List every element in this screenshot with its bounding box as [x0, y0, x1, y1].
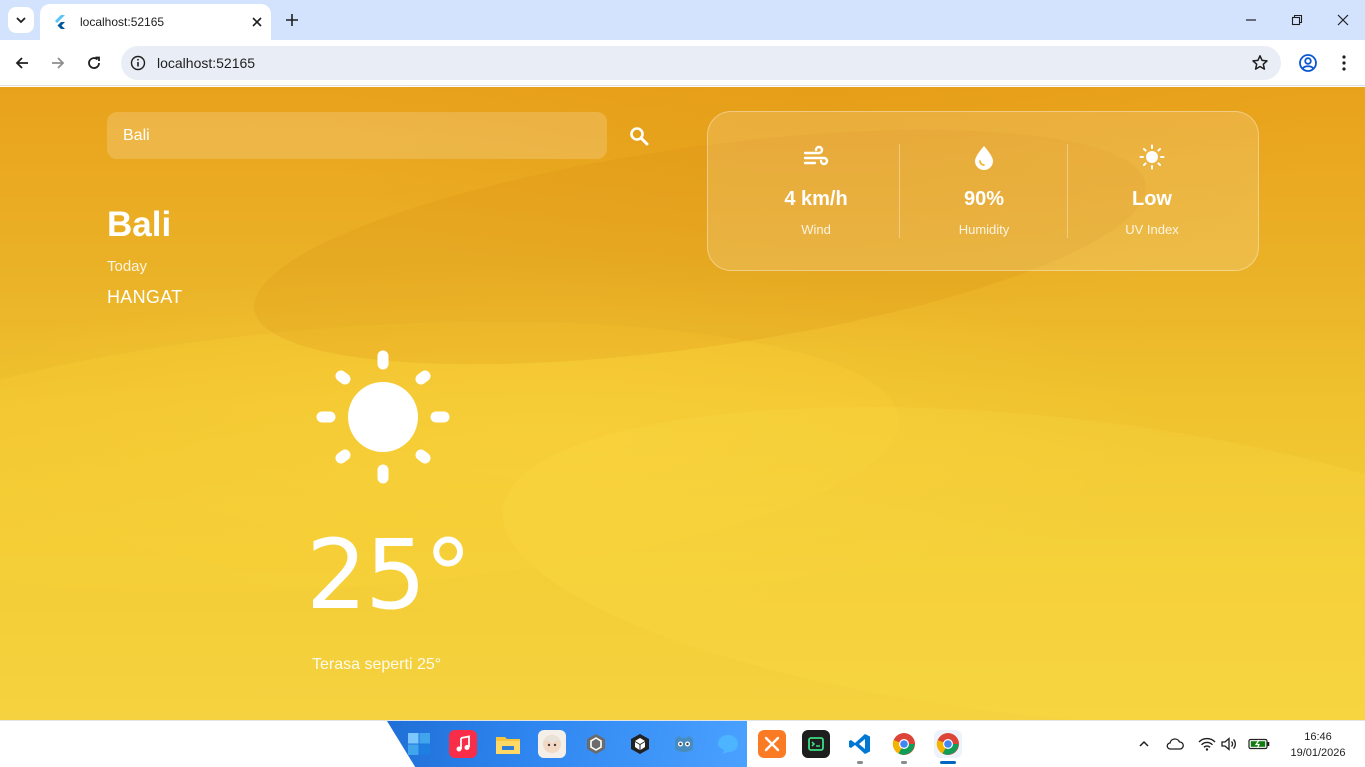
unity-icon: [631, 734, 649, 754]
uv-index-label: UV Index: [1125, 222, 1179, 237]
tray-onedrive[interactable]: [1166, 735, 1184, 753]
taskbar-music-app[interactable]: [449, 730, 477, 758]
uv-index-value: Low: [1132, 188, 1172, 210]
taskbar-xampp[interactable]: [758, 730, 786, 758]
chrome-icon: [892, 733, 915, 755]
tray-wifi[interactable]: [1198, 735, 1216, 753]
taskbar-game-character-app[interactable]: [538, 730, 566, 758]
vscode-icon: [849, 734, 870, 754]
tray-overflow-button[interactable]: [1135, 735, 1153, 753]
messaging-app-icon: [718, 735, 738, 754]
tab-close-button[interactable]: [249, 14, 265, 30]
taskbar-unity-hub[interactable]: [582, 730, 610, 758]
chevron-down-icon: [16, 17, 26, 24]
wind-label: Wind: [801, 222, 831, 237]
browser-toolbar: localhost:52165: [0, 40, 1365, 86]
unity-hub-icon: [587, 734, 605, 754]
city-search-input[interactable]: [107, 112, 607, 159]
humidity-value: 90%: [963, 188, 1005, 210]
minimize-button[interactable]: [1241, 10, 1261, 30]
taskbar-chrome-active[interactable]: [934, 730, 962, 758]
browser-tab[interactable]: localhost:52165: [40, 4, 271, 40]
tab-title: localhost:52165: [80, 15, 165, 29]
close-icon: [252, 17, 262, 27]
weather-app: Bali Today HANGAT 25° Terasa seperti 25°: [0, 87, 1365, 720]
browser-tabstrip: localhost:52165: [0, 0, 1365, 40]
account-icon: [1299, 54, 1317, 72]
tray-volume[interactable]: [1220, 735, 1238, 753]
bookmark-star-icon[interactable]: [1251, 54, 1269, 72]
chevron-up-icon: [1139, 740, 1149, 747]
taskbar-file-explorer[interactable]: [494, 730, 522, 758]
plus-icon: [286, 14, 298, 26]
taskbar-godot[interactable]: [670, 730, 698, 758]
taskbar-terminal-app[interactable]: [802, 730, 830, 758]
city-search-box: [107, 112, 607, 159]
battery-charging-icon: [1248, 738, 1270, 750]
arrow-left-icon: [15, 57, 28, 69]
chrome-active-icon: [936, 733, 959, 755]
new-tab-button[interactable]: [282, 10, 302, 30]
more-vertical-icon: [1342, 55, 1346, 71]
cloud-icon: [1166, 738, 1184, 750]
tab-search-button[interactable]: [8, 7, 34, 33]
weather-stats-card: 4 km/h Wind 90% Humidity Low UV Index: [707, 111, 1259, 271]
vscode-running-indicator: [857, 761, 863, 764]
flutter-favicon-icon: [55, 15, 65, 29]
close-window-button[interactable]: [1333, 10, 1353, 30]
chrome-running-indicator: [901, 761, 907, 764]
day-label: Today: [107, 258, 148, 275]
forward-button[interactable]: [46, 51, 70, 75]
tray-battery[interactable]: [1248, 735, 1270, 753]
restore-icon: [1291, 14, 1303, 26]
taskbar-messaging-app[interactable]: [714, 730, 742, 758]
arrow-right-icon: [52, 57, 65, 69]
profile-button[interactable]: [1296, 51, 1320, 75]
godot-icon: [675, 736, 693, 752]
music-app-icon: [456, 735, 470, 752]
info-icon: [130, 55, 146, 71]
taskbar-vscode[interactable]: [846, 730, 874, 758]
weather-condition: HANGAT: [107, 287, 183, 307]
restore-button[interactable]: [1287, 10, 1307, 30]
clock-date: 19/01/2026: [1290, 747, 1346, 759]
uv-sun-icon: [1139, 144, 1165, 170]
windows-start-icon: [408, 733, 430, 755]
humidity-drop-icon: [975, 146, 993, 170]
browser-menu-button[interactable]: [1332, 51, 1356, 75]
taskbar-unity[interactable]: [626, 730, 654, 758]
stat-wind: 4 km/h Wind: [732, 112, 900, 272]
windows-start-button[interactable]: [405, 730, 433, 758]
wifi-icon: [1198, 737, 1216, 751]
sun-icon: [316, 350, 450, 484]
url-text[interactable]: localhost:52165: [157, 55, 255, 71]
reload-button[interactable]: [82, 51, 106, 75]
terminal-app-icon: [808, 737, 824, 751]
temperature-value: 25°: [306, 519, 472, 631]
wind-value: 4 km/h: [784, 188, 848, 210]
game-character-icon: [543, 735, 561, 753]
file-explorer-icon: [496, 737, 520, 754]
site-info-button[interactable]: [129, 54, 147, 72]
wind-icon: [803, 145, 829, 166]
chrome-active-indicator: [940, 761, 956, 764]
back-button[interactable]: [10, 51, 34, 75]
clock-time: 16:46: [1304, 731, 1332, 743]
stat-humidity: 90% Humidity: [900, 112, 1068, 272]
minimize-icon: [1246, 19, 1256, 21]
xampp-icon: [764, 736, 780, 752]
feels-like-text: Terasa seperti 25°: [312, 656, 442, 673]
search-icon: [630, 127, 649, 146]
stat-uv-index: Low UV Index: [1068, 112, 1236, 272]
search-button[interactable]: [626, 123, 652, 149]
humidity-label: Humidity: [958, 222, 1010, 237]
taskbar-chrome[interactable]: [890, 730, 918, 758]
windows-taskbar: 16:46 19/01/2026: [0, 720, 1365, 767]
system-clock[interactable]: 16:46 19/01/2026: [1278, 729, 1358, 761]
city-name: Bali: [107, 205, 172, 244]
volume-icon: [1221, 737, 1236, 751]
reload-icon: [88, 56, 100, 69]
address-bar[interactable]: localhost:52165: [121, 46, 1281, 80]
close-icon: [1337, 14, 1349, 26]
